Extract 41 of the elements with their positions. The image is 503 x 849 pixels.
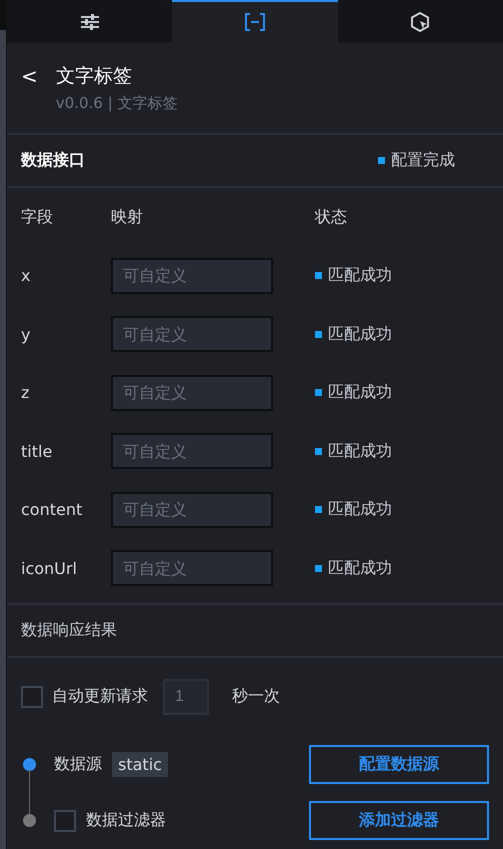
status-text: 匹配成功 (328, 324, 392, 345)
section-title: 数据响应结果 (21, 620, 117, 642)
version-label: v0.0.6 | 文字标签 (56, 94, 178, 113)
mapping-field[interactable]: 可自定义 (111, 492, 273, 528)
field-name: x (21, 266, 32, 286)
mapping-field[interactable]: 可自定义 (111, 258, 273, 294)
interval-field[interactable]: 1 (163, 678, 209, 715)
mapping-field[interactable]: 可自定义 (111, 316, 273, 352)
field-name: z (21, 383, 30, 402)
section-title: 数据接口 (21, 150, 85, 171)
step-button[interactable]: 配置数据源 (309, 744, 489, 784)
status-text: 匹配成功 (328, 440, 392, 462)
field-name: y (21, 324, 32, 344)
sliders-icon (80, 14, 99, 30)
mapping-field[interactable]: 可自定义 (111, 550, 273, 586)
field-name: content (21, 500, 84, 520)
column-header: 映射 (111, 206, 144, 228)
step-button[interactable]: 添加过滤器 (309, 801, 489, 840)
status-text: 配置完成 (391, 150, 455, 171)
step-label: 数据过滤器 (86, 810, 166, 832)
checkbox[interactable] (21, 686, 43, 708)
mapping-field[interactable]: 可自定义 (111, 374, 273, 411)
field-name: iconUrl (21, 558, 78, 578)
field-name: title (21, 442, 54, 461)
column-header: 字段 (21, 206, 54, 228)
cursor-icon (410, 12, 430, 32)
mapping-field[interactable]: 可自定义 (111, 433, 273, 470)
status-text: 匹配成功 (328, 558, 392, 579)
checkbox[interactable] (54, 810, 76, 832)
panel-title: 文字标签 (56, 64, 133, 89)
status-text: 匹配成功 (328, 382, 392, 404)
status-text: 匹配成功 (328, 499, 392, 520)
bracket-icon (244, 13, 266, 32)
source-tag: static (112, 752, 168, 777)
column-header: 状态 (315, 206, 347, 228)
back-button[interactable]: < (21, 64, 38, 88)
status-text: 匹配成功 (328, 265, 392, 286)
step-label: 数据源 (54, 754, 102, 775)
tab[interactable] (172, 0, 338, 43)
checkbox-label: 自动更新请求 (52, 686, 148, 708)
unit-label: 秒一次 (232, 686, 280, 708)
